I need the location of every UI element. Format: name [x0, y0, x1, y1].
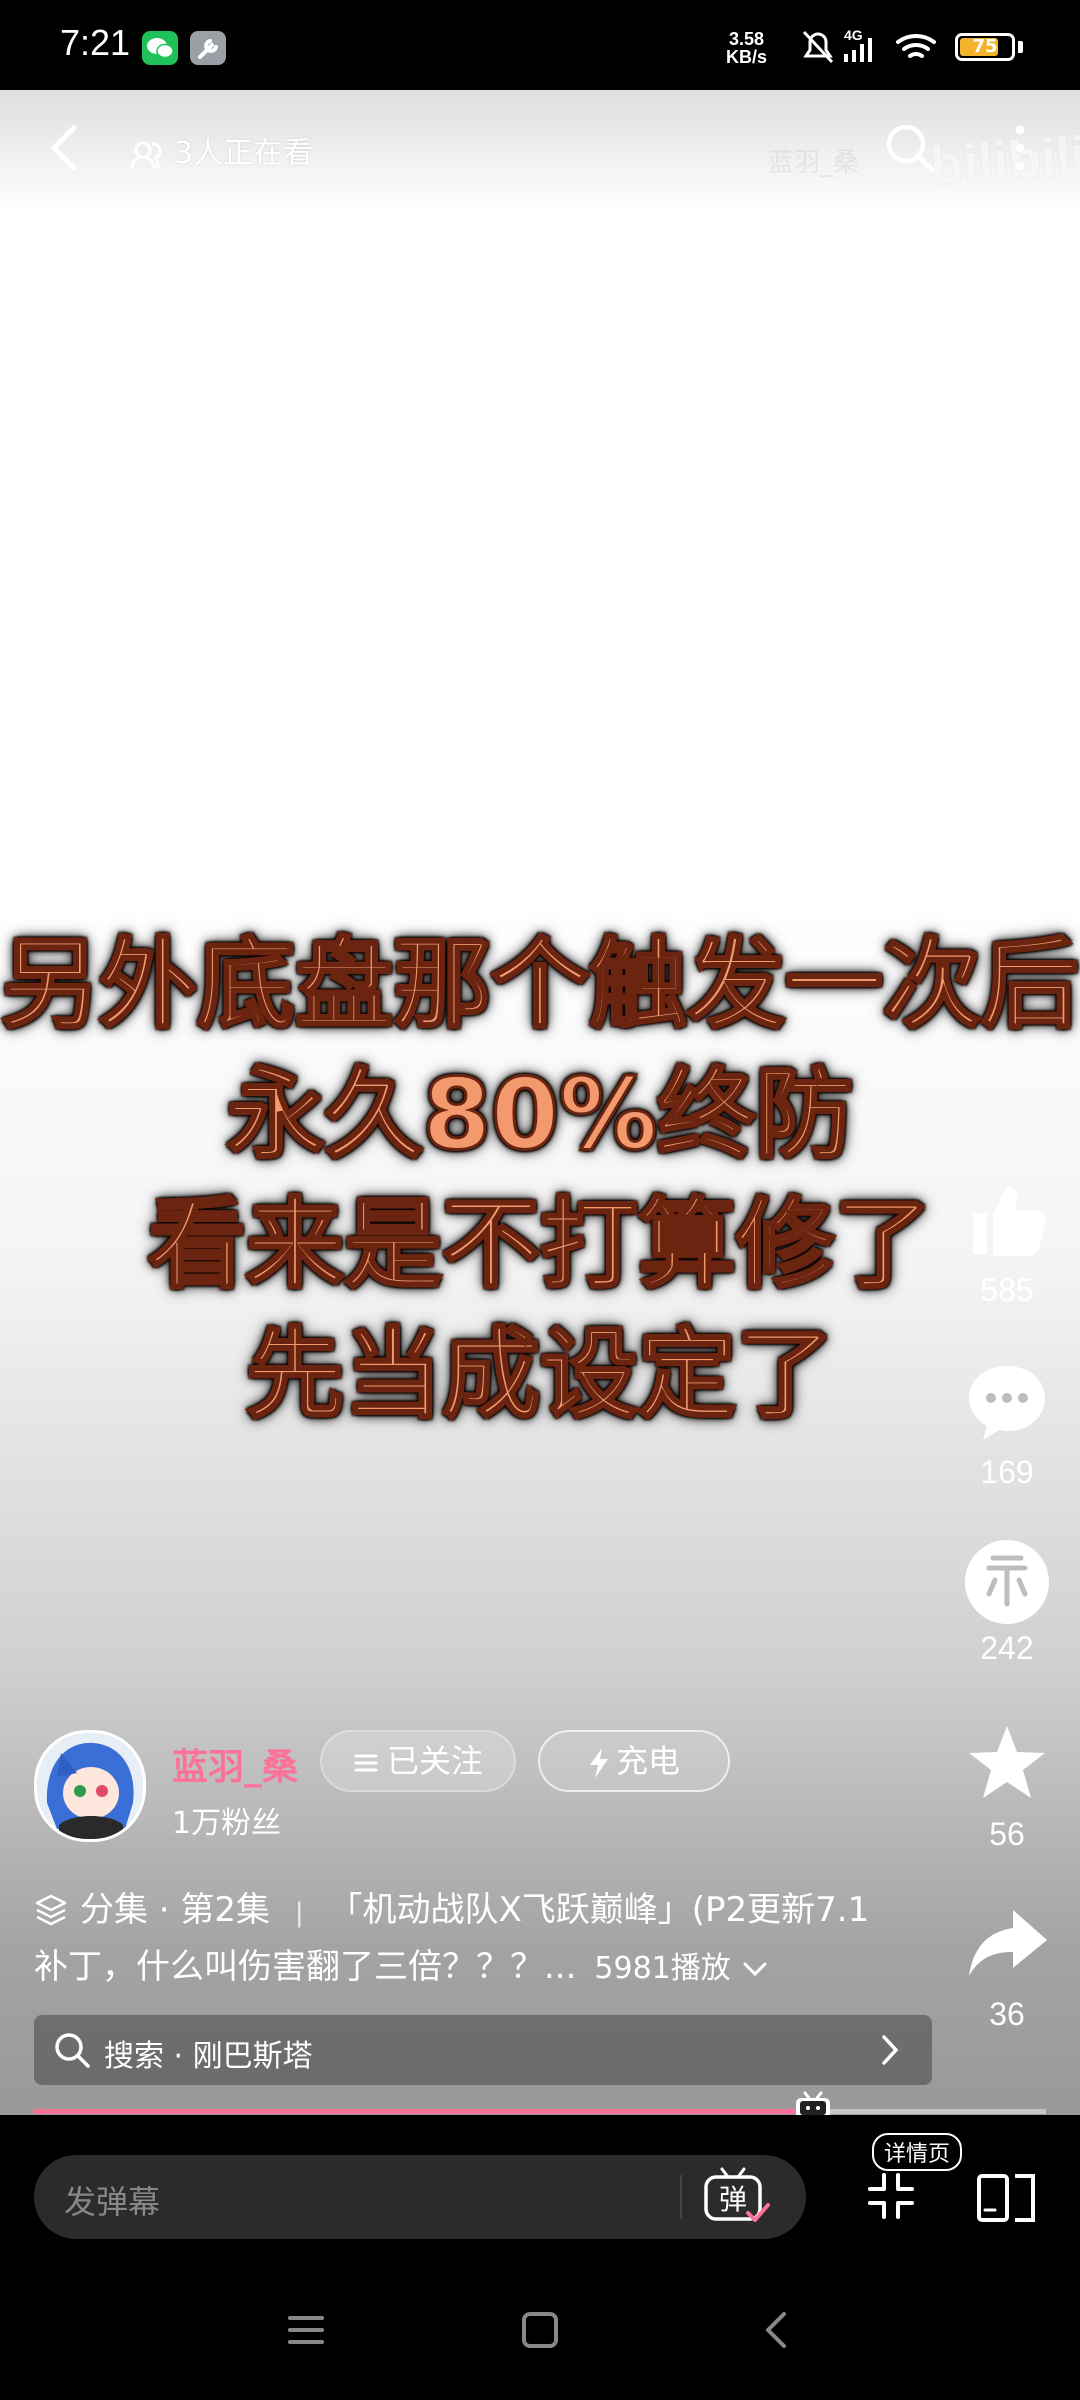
- battery-tip: [1018, 41, 1023, 53]
- net-speed-unit: KB/s: [726, 47, 768, 67]
- mute-bell-icon: [802, 30, 834, 64]
- coin-button[interactable]: 242: [962, 1540, 1052, 1667]
- comment-button[interactable]: 169: [962, 1360, 1052, 1491]
- chevron-down-icon[interactable]: [742, 1960, 768, 1978]
- danmaku-divider: [680, 2175, 682, 2219]
- status-icons: 4G: [802, 27, 936, 64]
- avatar-image: [37, 1733, 143, 1839]
- share-button[interactable]: 36: [962, 1902, 1052, 2033]
- video-player[interactable]: 蓝羽_桑 bilibili 3人正在看 另外底盘那个触发一次后 永久80%终防 …: [0, 90, 1080, 2115]
- danmaku-placeholder: 发弹幕: [64, 2183, 161, 2221]
- video-caption: 另外底盘那个触发一次后 永久80%终防 看来是不打算修了 先当成设定了: [0, 920, 1080, 1440]
- description-line-2: 补丁，什么叫伤害翻了三倍？？？... 5981播放: [34, 1940, 934, 1996]
- coin-count: 242: [980, 1630, 1034, 1666]
- search-icon: [55, 2033, 90, 2068]
- video-description[interactable]: 分集 · 第2集 | 「机动战队X飞跃巅峰」(P2更新7.1 补丁，什么叫伤害翻…: [34, 1883, 934, 1996]
- coin-icon: [965, 1540, 1049, 1624]
- menu-lines-icon: [354, 1754, 378, 1772]
- danmaku-toggle-label: 弹: [719, 2183, 747, 2216]
- favorite-count: 56: [989, 1816, 1025, 1852]
- episode-label[interactable]: 分集 · 第2集: [80, 1890, 270, 1930]
- watermark-user: 蓝羽_桑: [768, 148, 860, 178]
- status-time: 7:21: [60, 22, 131, 63]
- network-type: 4G: [844, 27, 863, 43]
- video-title-part1: 「机动战队X飞跃巅峰」(P2更新7.1: [328, 1890, 870, 1930]
- description-line-1: 分集 · 第2集 | 「机动战队X飞跃巅峰」(P2更新7.1: [34, 1883, 934, 1940]
- episode-separator: |: [294, 1898, 304, 1928]
- net-speed-value: 3.58: [728, 29, 765, 49]
- followed-label: 已关注: [386, 1742, 483, 1780]
- wechat-notification-icon: [142, 31, 178, 65]
- more-options-icon[interactable]: [1008, 122, 1032, 178]
- home-icon[interactable]: [520, 2310, 560, 2350]
- exit-fullscreen-icon[interactable]: [866, 2171, 916, 2221]
- lightning-icon: [589, 1748, 608, 1778]
- avatar[interactable]: [34, 1730, 146, 1842]
- share-arrow-icon: [969, 1910, 1047, 1976]
- danmaku-input[interactable]: 发弹幕 弹: [34, 2155, 806, 2239]
- caption-line-2: 永久80%终防: [225, 1057, 855, 1174]
- charge-button[interactable]: 充电: [538, 1730, 730, 1792]
- like-count: 585: [980, 1272, 1034, 1308]
- tool-notification-icon: [190, 31, 226, 65]
- like-button[interactable]: 585: [962, 1178, 1052, 1309]
- detail-page-icon[interactable]: [975, 2170, 1039, 2224]
- chevron-right-icon: [882, 2035, 899, 2065]
- related-search-bar[interactable]: 搜索 · 刚巴斯塔: [34, 2015, 932, 2085]
- viewers-icon: [130, 141, 162, 168]
- star-icon: [969, 1726, 1045, 1798]
- share-count: 36: [989, 1996, 1025, 2032]
- related-search-text: 搜索 · 刚巴斯塔: [104, 2039, 313, 2074]
- comment-icon: [969, 1366, 1045, 1440]
- caption-line-4: 先当成设定了: [244, 1317, 835, 1434]
- wifi-icon: [896, 34, 936, 58]
- danmaku-toggle-icon[interactable]: 弹: [702, 2165, 772, 2229]
- favorite-button[interactable]: 56: [962, 1722, 1052, 1853]
- play-count: 5981播放: [594, 1951, 731, 1986]
- battery-icon: 75: [955, 33, 1015, 61]
- back-icon[interactable]: [756, 2310, 796, 2350]
- layers-icon: [35, 1894, 67, 1926]
- search-icon[interactable]: [882, 120, 938, 176]
- caption-line-3: 看来是不打算修了: [146, 1187, 933, 1304]
- status-bar: 7:21 3.58 KB/s 4G 75: [0, 0, 1080, 90]
- viewer-count: 3人正在看: [130, 128, 313, 172]
- menu-icon[interactable]: [286, 2310, 326, 2350]
- progress-fill: [34, 2109, 814, 2114]
- bilibili-watermark: bilibili: [928, 125, 1080, 197]
- player-bottom-bar: 发弹幕 弹 详情页: [0, 2115, 1080, 2280]
- net-speed: 3.58 KB/s: [726, 30, 767, 66]
- fans-count: 1万粉丝: [172, 1806, 282, 1841]
- thumb-up-icon: [973, 1186, 1046, 1256]
- charge-label: 充电: [615, 1742, 680, 1780]
- video-title-part2: 补丁，什么叫伤害翻了三倍？？？...: [34, 1947, 577, 1987]
- battery-level: 75: [972, 36, 998, 57]
- followed-button[interactable]: 已关注: [320, 1730, 516, 1792]
- comment-count: 169: [980, 1454, 1034, 1490]
- detail-page-label: 详情页: [872, 2133, 963, 2171]
- viewer-count-text: 3人正在看: [174, 136, 314, 171]
- caption-line-1: 另外底盘那个触发一次后: [0, 927, 1080, 1044]
- back-arrow-icon[interactable]: [40, 118, 90, 178]
- uploader-name[interactable]: 蓝羽_桑: [172, 1738, 298, 1790]
- system-nav-bar: [0, 2280, 1080, 2400]
